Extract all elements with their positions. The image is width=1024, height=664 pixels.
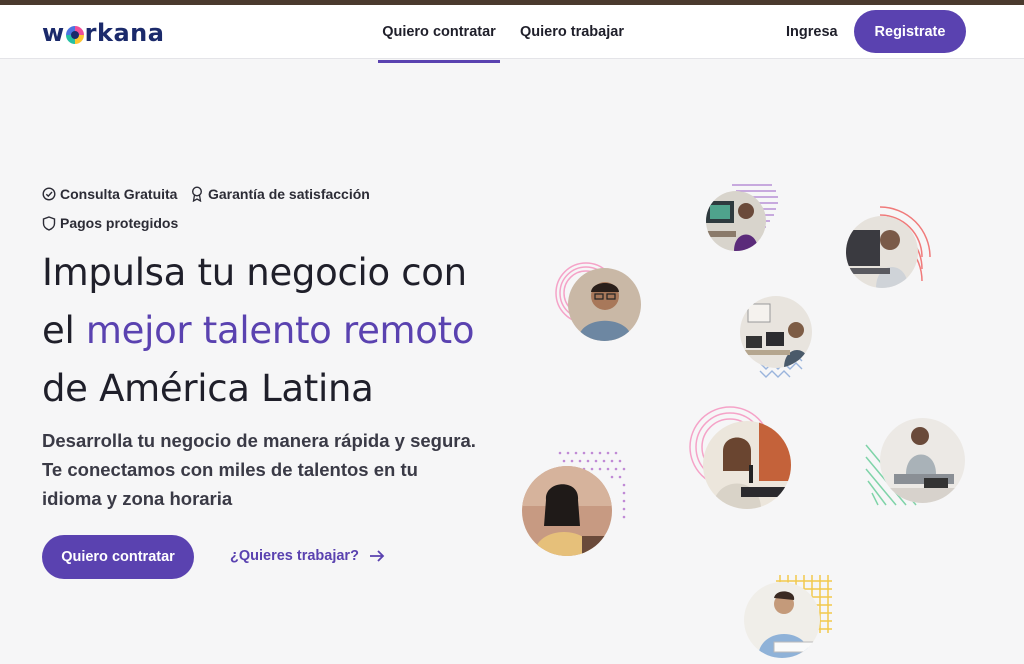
logo-text-start: w [42, 19, 65, 47]
hero-title-highlight: mejor talento remoto [85, 309, 475, 352]
badge-satisfaction-label: Garantía de satisfacción [208, 186, 370, 202]
workana-logo[interactable]: w rkana [42, 19, 164, 47]
logo-o-icon [65, 25, 84, 44]
hero-subtitle-line1: Desarrolla tu negocio de manera rápida y… [42, 430, 476, 451]
hire-cta-button[interactable]: Quiero contratar [42, 535, 194, 579]
hero-title-line3: de América Latina [42, 367, 374, 410]
badge-free-consultation: Consulta Gratuita [42, 186, 177, 202]
nav-hire-label: Quiero contratar [382, 24, 496, 40]
hero-title-line1: Impulsa tu negocio con [42, 251, 467, 294]
want-to-work-label: ¿Quieres trabajar? [230, 548, 359, 564]
nav-work-link[interactable]: Quiero trabajar [516, 5, 628, 59]
badge-payments: Pagos protegidos [42, 215, 178, 231]
badge-satisfaction: Garantía de satisfacción [190, 186, 370, 202]
nav-work-label: Quiero trabajar [520, 24, 624, 40]
nav-active-underline [378, 60, 500, 63]
want-to-work-link[interactable]: ¿Quieres trabajar? [230, 548, 385, 564]
hero-title: Impulsa tu negocio con el mejor talento … [42, 244, 522, 418]
hero-subtitle: Desarrolla tu negocio de manera rápida y… [42, 426, 512, 513]
register-button[interactable]: Registrate [854, 10, 966, 53]
shield-icon [42, 215, 56, 231]
badge-free-label: Consulta Gratuita [60, 186, 178, 202]
award-icon [191, 186, 203, 202]
hero-title-line2-pre: el [42, 309, 86, 352]
hero-subtitle-line2: Te conectamos con miles de talentos en t… [42, 459, 418, 480]
check-circle-icon [42, 187, 56, 201]
login-link[interactable]: Ingresa [786, 5, 838, 59]
arrow-right-icon [369, 550, 385, 562]
hero-subtitle-line3: idioma y zona horaria [42, 488, 233, 509]
nav-hire-link[interactable]: Quiero contratar [378, 5, 500, 63]
badge-payments-label: Pagos protegidos [60, 215, 179, 231]
logo-text-end: rkana [84, 19, 165, 47]
site-header: w rkana Quiero contratar Quiero trabajar … [0, 5, 1024, 63]
